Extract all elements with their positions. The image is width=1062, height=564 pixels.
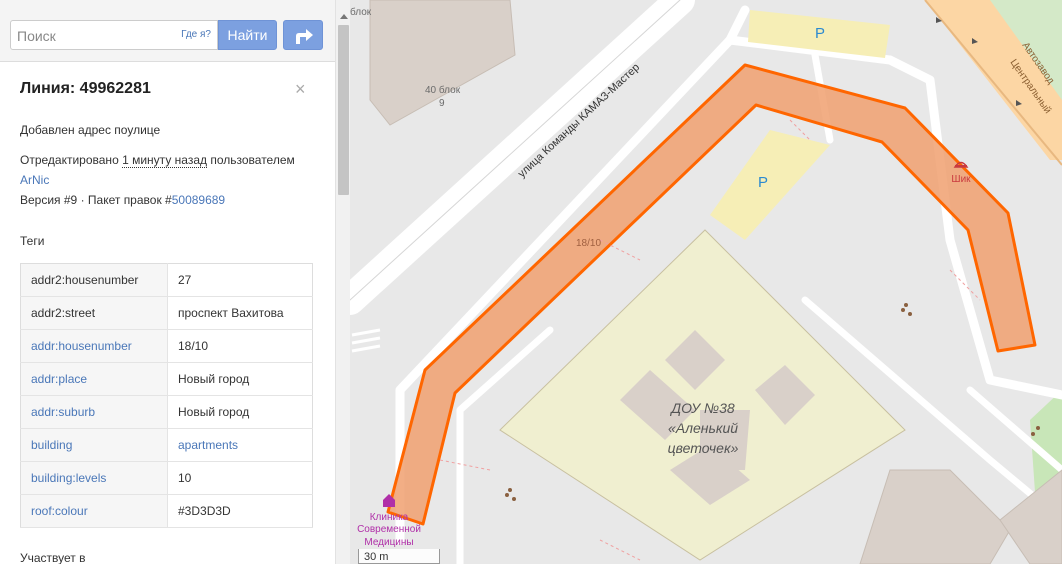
map[interactable]: блок 40 блок 9 улица Команды КАМАЗ-Масте…: [350, 0, 1062, 564]
tag-key[interactable]: roof:colour: [20, 494, 168, 528]
version-info: Версия #9 · Пакет правок #50089689: [20, 193, 225, 207]
sidebar: Где я? Найти Линия: 49962281 × Добавлен …: [0, 0, 335, 564]
tag-value: Новый город: [167, 395, 313, 429]
block-40-number: 9: [439, 98, 445, 109]
where-am-i-link[interactable]: Где я?: [181, 29, 211, 40]
tag-row: roof:colour #3D3D3D: [20, 494, 313, 528]
kindergarten-label: «Аленький: [668, 420, 738, 436]
tag-key: addr2:housenumber: [20, 263, 168, 297]
tag-key[interactable]: addr:place: [20, 362, 168, 396]
tag-key: addr2:street: [20, 296, 168, 330]
search-input[interactable]: [17, 26, 167, 46]
tag-row: building:levels 10: [20, 461, 313, 495]
edited-info: Отредактировано 1 минуту назад пользоват…: [20, 153, 295, 168]
edited-suffix: пользователем: [210, 153, 295, 167]
tag-row: addr2:street проспект Вахитова: [20, 296, 313, 330]
scale-bar: 30 m: [358, 549, 440, 564]
search-box[interactable]: Где я?: [10, 20, 218, 50]
tag-key[interactable]: building: [20, 428, 168, 462]
tag-key[interactable]: addr:housenumber: [20, 329, 168, 363]
tag-key[interactable]: addr:suburb: [20, 395, 168, 429]
tag-row: addr:place Новый город: [20, 362, 313, 396]
scroll-up-arrow-icon[interactable]: [340, 14, 348, 19]
changeset-link[interactable]: 50089689: [172, 193, 225, 207]
directions-icon: [296, 29, 313, 44]
edited-prefix: Отредактировано: [20, 153, 119, 167]
block-label: блок: [350, 6, 372, 18]
tag-key[interactable]: building:levels: [20, 461, 168, 495]
clinic-label: Клиника: [370, 512, 409, 523]
search-bar: Где я? Найти: [0, 0, 335, 62]
part-of-heading: Участвует в: [20, 551, 86, 564]
clinic-label: Современной: [357, 524, 421, 535]
search-button[interactable]: Найти: [218, 20, 277, 50]
main-road: [924, 0, 1062, 166]
tag-value: 18/10: [167, 329, 313, 363]
version-prefix: Версия #9 · Пакет правок #: [20, 193, 172, 207]
shop-label: Шик: [951, 174, 971, 185]
tag-row: addr2:housenumber 27: [20, 263, 313, 297]
tag-row: addr:housenumber 18/10: [20, 329, 313, 363]
feature-title: Линия: 49962281: [20, 80, 151, 97]
tag-value: 10: [167, 461, 313, 495]
edited-time: 1 минуту назад: [122, 153, 207, 168]
tags-table: addr2:housenumber 27 addr2:street проспект …: [20, 263, 313, 528]
clinic-label: Медицины: [364, 537, 413, 548]
block-40-label: 40 блок: [425, 84, 461, 96]
tag-value[interactable]: apartments: [167, 428, 313, 462]
sidebar-scrollbar[interactable]: [335, 0, 350, 564]
tag-value: 27: [167, 263, 313, 297]
crosswalk: [351, 328, 381, 353]
kindergarten-label: цветочек»: [668, 440, 739, 456]
changeset-comment: Добавлен адрес поулице: [20, 123, 161, 137]
house-number-label: 18/10: [576, 238, 601, 249]
tag-value: проспект Вахитова: [167, 296, 313, 330]
parking-icon: P: [758, 174, 768, 191]
tag-value: #3D3D3D: [167, 494, 313, 528]
user-link[interactable]: ArNic: [20, 173, 49, 187]
tag-row: addr:suburb Новый город: [20, 395, 313, 429]
tag-row: building apartments: [20, 428, 313, 462]
tags-heading: Теги: [20, 234, 45, 248]
close-icon[interactable]: ×: [295, 80, 306, 98]
tag-value: Новый город: [167, 362, 313, 396]
parking-icon: P: [815, 25, 825, 42]
map-canvas[interactable]: блок 40 блок 9 улица Команды КАМАЗ-Масте…: [350, 0, 1062, 564]
scrollbar-thumb[interactable]: [338, 25, 349, 195]
kindergarten-label: ДОУ №38: [669, 400, 735, 416]
directions-button[interactable]: [283, 20, 323, 50]
